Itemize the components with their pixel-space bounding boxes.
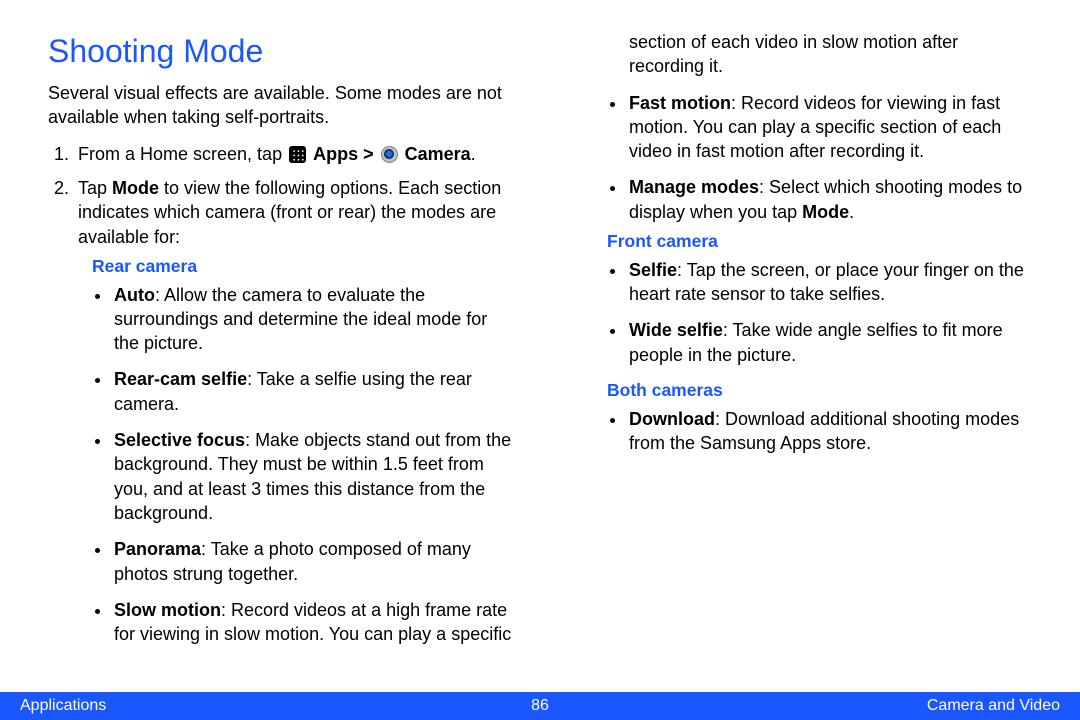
list-item: Rear-cam selfie: Take a selfie using the… [112, 367, 517, 416]
mode-name: Selfie [629, 260, 677, 280]
step1-sep: > [358, 144, 379, 164]
list-item: Panorama: Take a photo composed of many … [112, 537, 517, 586]
content-columns: Shooting Mode Several visual effects are… [48, 30, 1032, 672]
list-item: Selective focus: Make objects stand out … [112, 428, 517, 525]
list-item: Selfie: Tap the screen, or place your fi… [627, 258, 1032, 307]
list-item: Download: Download additional shooting m… [627, 407, 1032, 456]
footer-page-number: 86 [0, 695, 1080, 717]
camera-lens-icon [381, 146, 398, 163]
rear-camera-heading: Rear camera [92, 255, 517, 279]
mode-name: Manage modes [629, 177, 759, 197]
mode-desc: : Tap the screen, or place your finger o… [629, 260, 1024, 304]
mode-name: Wide selfie [629, 320, 723, 340]
page: Shooting Mode Several visual effects are… [0, 0, 1080, 720]
mode-name: Panorama [114, 539, 201, 559]
mode-label: Mode [112, 178, 159, 198]
both-cameras-heading: Both cameras [607, 379, 1032, 403]
mode-name: Auto [114, 285, 155, 305]
step2-prefix: Tap [78, 178, 112, 198]
mode-desc-post: . [849, 202, 854, 222]
apps-label: Apps [313, 144, 358, 164]
mode-name: Slow motion [114, 600, 221, 620]
mode-name: Selective focus [114, 430, 245, 450]
step1-prefix: From a Home screen, tap [78, 144, 287, 164]
camera-label: Camera [405, 144, 471, 164]
mode-desc: : Allow the camera to evaluate the surro… [114, 285, 487, 354]
mode-name: Fast motion [629, 93, 731, 113]
list-item: Auto: Allow the camera to evaluate the s… [112, 283, 517, 356]
both-cameras-list: Download: Download additional shooting m… [593, 407, 1032, 456]
step1-suffix: . [471, 144, 476, 164]
step-1: From a Home screen, tap Apps > Camera. [74, 142, 517, 166]
mode-name: Download [629, 409, 715, 429]
list-item: Wide selfie: Take wide angle selfies to … [627, 318, 1032, 367]
intro-paragraph: Several visual effects are available. So… [48, 81, 517, 130]
front-camera-heading: Front camera [607, 230, 1032, 254]
list-item: Fast motion: Record videos for viewing i… [627, 91, 1032, 164]
page-title: Shooting Mode [48, 30, 517, 73]
front-camera-list: Selfie: Tap the screen, or place your fi… [593, 258, 1032, 367]
mode-desc-bold: Mode [802, 202, 849, 222]
footer-bar: Applications 86 Camera and Video [0, 692, 1080, 720]
list-item: Manage modes: Select which shooting mode… [627, 175, 1032, 224]
mode-name: Rear-cam selfie [114, 369, 247, 389]
apps-grid-icon [289, 146, 306, 163]
